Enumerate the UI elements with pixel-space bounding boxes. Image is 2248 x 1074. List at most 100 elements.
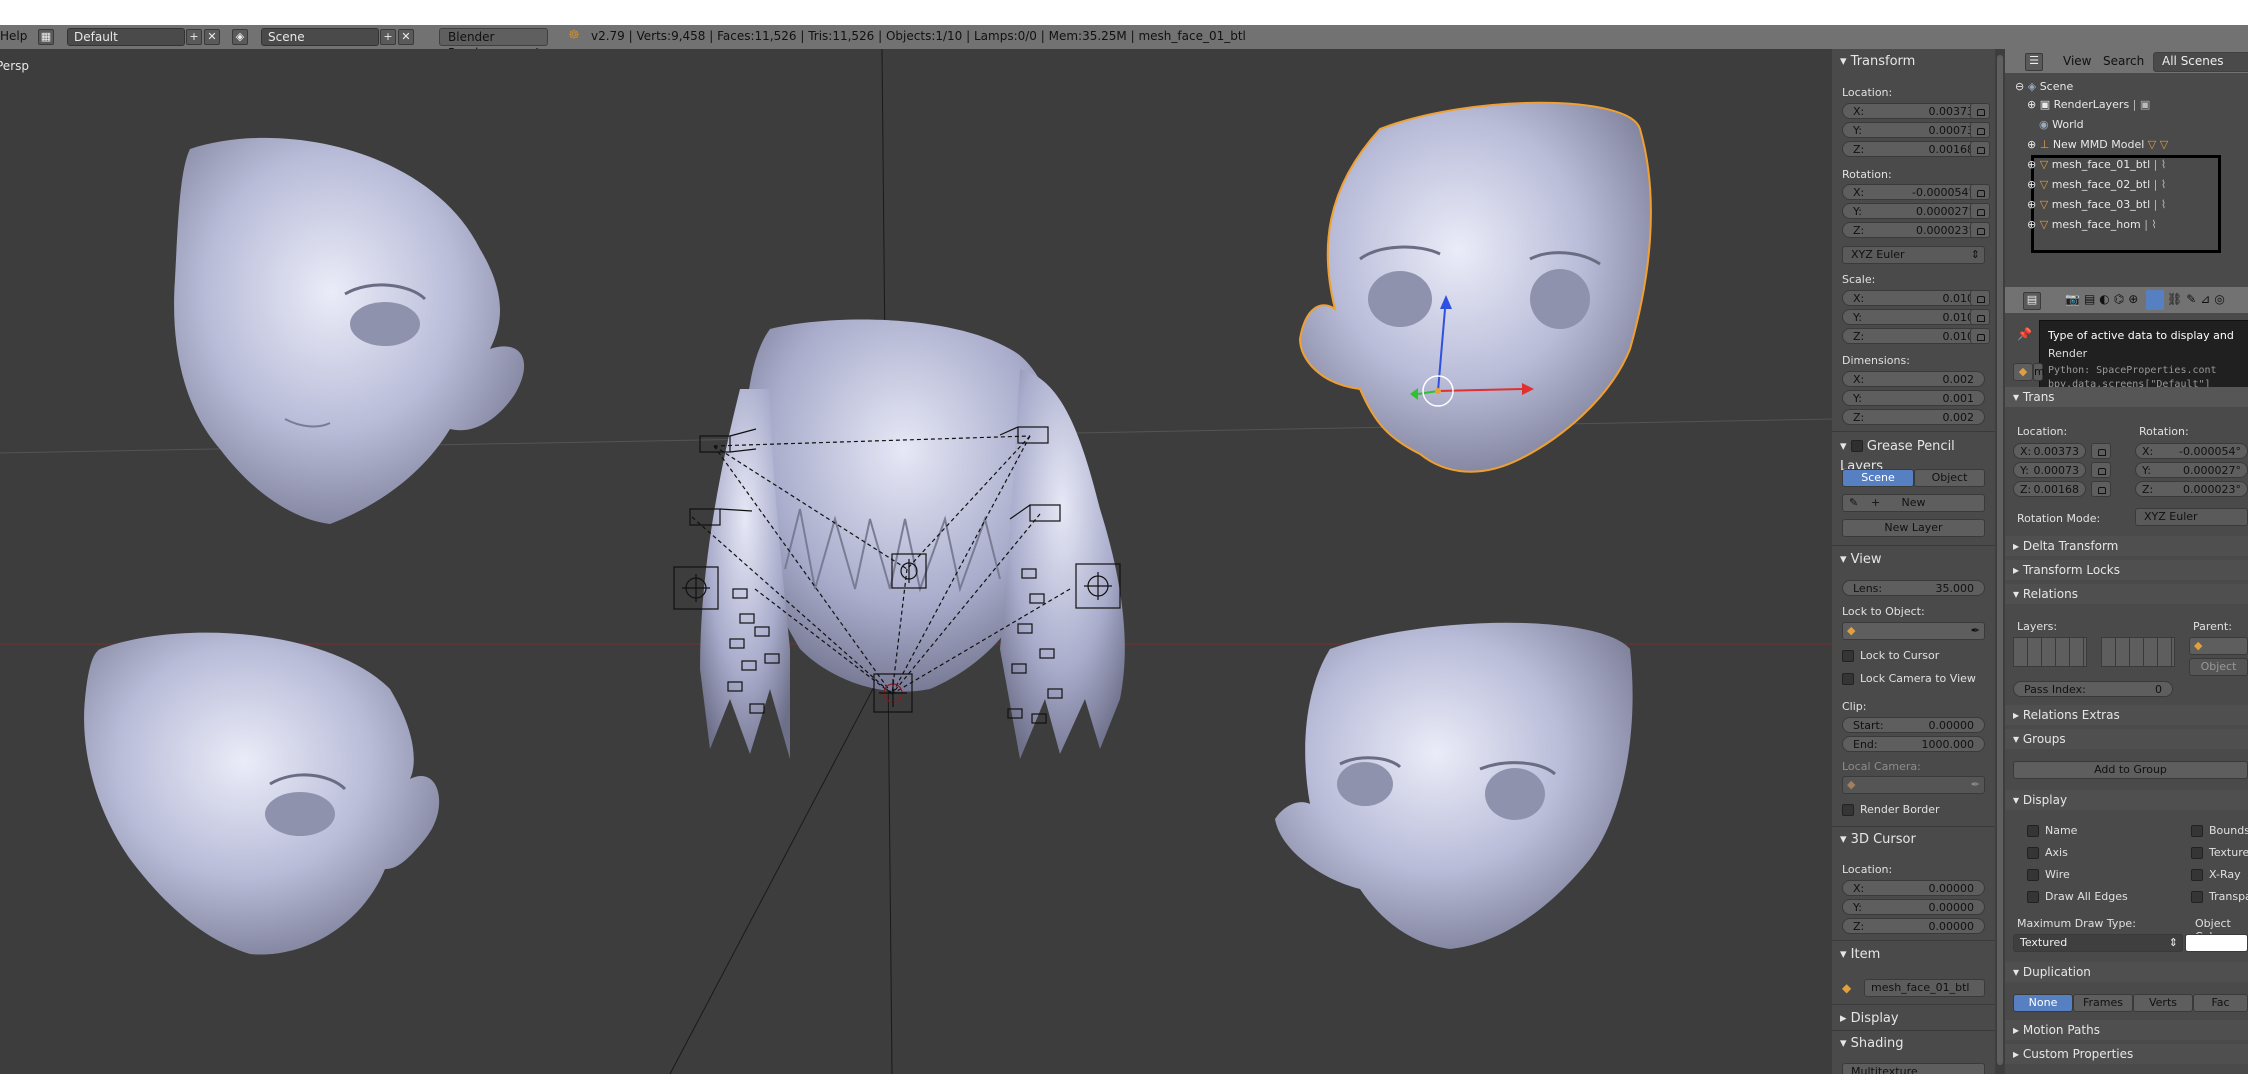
pass-index-field[interactable]: Pass Index: 0: [2013, 681, 2173, 697]
scale-y-field[interactable]: Y: 0.010: [1842, 309, 1985, 325]
duplication-none-button[interactable]: None: [2013, 994, 2073, 1012]
duplication-section[interactable]: ▾ Duplication: [2005, 962, 2248, 982]
3d-cursor-panel-header[interactable]: ▾ 3D Cursor: [1840, 830, 1916, 850]
more-context-tabs-icons[interactable]: ⛓✎⊿◎: [2167, 292, 2229, 306]
rotation-mode-select[interactable]: XYZ Euler ⇕: [1842, 246, 1985, 264]
lock-rotation-z-icon[interactable]: [1970, 222, 1990, 238]
editor-type-icon[interactable]: ☰: [2025, 53, 2043, 71]
local-camera-field[interactable]: ◆ ✒: [1842, 776, 1985, 794]
location-z-field[interactable]: Z: 0.00168: [1842, 141, 1985, 157]
outliner-item-renderlayers[interactable]: ⊕ ▣ RenderLayers | ▣: [2027, 95, 2150, 115]
outliner-view-menu[interactable]: View: [2063, 54, 2091, 68]
new-layer-button[interactable]: New Layer: [1842, 519, 1985, 537]
dimensions-y-field[interactable]: Y: 0.001: [1842, 390, 1985, 406]
props-rotation-x-field[interactable]: X: -0.000054°: [2135, 443, 2248, 459]
custom-properties-section[interactable]: ▸ Custom Properties: [2005, 1044, 2248, 1064]
duplication-frames-button[interactable]: Frames: [2073, 994, 2133, 1012]
object-name-field[interactable]: m: [2033, 363, 2045, 381]
render-engine-select[interactable]: Blender Render⇕: [439, 28, 548, 60]
outliner-item-mesh-face-02[interactable]: ⊕ ▽ mesh_face_02_btl | ⌇: [2027, 175, 2166, 195]
parent-field[interactable]: ◆: [2189, 637, 2248, 655]
outliner-item-world[interactable]: ◉ World: [2039, 115, 2084, 135]
shading-panel-header[interactable]: ▾ Shading: [1840, 1034, 1903, 1054]
props-lock-location-y-icon[interactable]: [2091, 462, 2111, 478]
transform-locks-section[interactable]: ▸ Transform Locks: [2005, 560, 2248, 580]
cursor-z-field[interactable]: Z: 0.00000: [1842, 918, 1985, 934]
item-panel-header[interactable]: ▾ Item: [1840, 945, 1880, 965]
props-location-y-field[interactable]: Y: 0.00073: [2013, 462, 2086, 478]
relations-extras-section[interactable]: ▸ Relations Extras: [2005, 705, 2248, 725]
display-xray-checkbox[interactable]: [2191, 869, 2203, 881]
outliner-item-mesh-face-hom[interactable]: ⊕ ▽ mesh_face_hom | ⌇: [2027, 215, 2157, 235]
face-mesh-bottom-right[interactable]: [1275, 622, 1633, 949]
props-rotation-y-field[interactable]: Y: 0.000027°: [2135, 462, 2248, 478]
viewport-canvas[interactable]: [0, 49, 1832, 1074]
motion-paths-section[interactable]: ▸ Motion Paths: [2005, 1020, 2248, 1040]
help-menu[interactable]: Help: [0, 29, 27, 43]
display-wire-checkbox[interactable]: [2027, 869, 2039, 881]
grease-pencil-tab-scene[interactable]: Scene: [1842, 469, 1914, 487]
lock-camera-to-view-checkbox[interactable]: [1842, 673, 1854, 685]
shading-mode-select[interactable]: Multitexture: [1842, 1063, 1985, 1074]
render-border-checkbox[interactable]: [1842, 804, 1854, 816]
scene-field[interactable]: Scene: [261, 28, 379, 46]
display-texture-checkbox[interactable]: [2191, 847, 2203, 859]
grease-pencil-tab-object[interactable]: Object: [1914, 469, 1985, 487]
outliner-item-scene[interactable]: ⊖ ◈ Scene: [2015, 77, 2073, 97]
dimensions-x-field[interactable]: X: 0.002: [1842, 371, 1985, 387]
add-scene-icon[interactable]: +: [380, 29, 396, 45]
lock-rotation-y-icon[interactable]: [1970, 203, 1990, 219]
grease-pencil-panel-header[interactable]: ▾ Grease Pencil Layers: [1840, 437, 1995, 474]
face-mesh-top-left[interactable]: [174, 137, 525, 524]
delta-transform-section[interactable]: ▸ Delta Transform: [2005, 536, 2248, 556]
lock-location-z-icon[interactable]: [1970, 141, 1990, 157]
cursor-x-field[interactable]: X: 0.00000: [1842, 880, 1985, 896]
cursor-y-field[interactable]: Y: 0.00000: [1842, 899, 1985, 915]
clip-start-field[interactable]: Start: 0.00000: [1842, 717, 1985, 733]
lock-scale-y-icon[interactable]: [1970, 309, 1990, 325]
add-layout-icon[interactable]: +: [186, 29, 202, 45]
props-rotation-z-field[interactable]: Z: 0.000023°: [2135, 481, 2248, 497]
props-lock-location-z-icon[interactable]: [2091, 481, 2111, 497]
display-axis-checkbox[interactable]: [2027, 847, 2039, 859]
layers-grid-right[interactable]: [2101, 637, 2175, 667]
outliner-item-mesh-face-01[interactable]: ⊕ ▽ mesh_face_01_btl | ⌇: [2027, 155, 2166, 175]
face-mesh-bottom-left[interactable]: [84, 632, 440, 955]
grease-pencil-checkbox[interactable]: [1850, 440, 1863, 452]
lens-field[interactable]: Lens: 35.000: [1842, 580, 1985, 596]
scrollbar-thumb[interactable]: [1997, 55, 2003, 1065]
object-type-icon[interactable]: ◆: [2013, 363, 2033, 381]
context-tabs-icons[interactable]: 📷▤◐⌬⊕: [2065, 292, 2142, 306]
lock-scale-x-icon[interactable]: [1970, 290, 1990, 306]
editor-type-icon[interactable]: ▤: [2023, 292, 2041, 310]
n-panel-scrollbar[interactable]: [1995, 49, 2005, 1074]
screen-layout-field[interactable]: Default: [67, 28, 185, 46]
transform-section-header[interactable]: ▾ Trans: [2005, 387, 2248, 407]
outliner-search-menu[interactable]: Search: [2103, 54, 2144, 68]
scene-icon[interactable]: ◈: [232, 29, 248, 45]
display-draw-all-edges-checkbox[interactable]: [2027, 891, 2039, 903]
lock-to-cursor-checkbox[interactable]: [1842, 650, 1854, 662]
face-mesh-selected[interactable]: [1298, 101, 1652, 473]
scale-x-field[interactable]: X: 0.010: [1842, 290, 1985, 306]
transform-panel-header[interactable]: ▾ Transform: [1840, 52, 1915, 72]
lock-to-object-field[interactable]: ◆ ✒: [1842, 622, 1985, 640]
item-name-field[interactable]: mesh_face_01_btl: [1864, 979, 1985, 997]
object-tab-icon[interactable]: [2146, 290, 2164, 310]
restrict-icon[interactable]: | ▣: [2129, 98, 2151, 111]
add-to-group-button[interactable]: Add to Group: [2013, 761, 2248, 779]
3d-viewport[interactable]: Persp: [0, 49, 1832, 1074]
duplication-verts-button[interactable]: Verts: [2133, 994, 2193, 1012]
object-color-swatch[interactable]: [2185, 934, 2248, 952]
props-location-z-field[interactable]: Z: 0.00168: [2013, 481, 2086, 497]
layers-grid-left[interactable]: [2013, 637, 2087, 667]
dimensions-z-field[interactable]: Z: 0.002: [1842, 409, 1985, 425]
grease-pencil-new-button[interactable]: ✎ + New: [1842, 494, 1985, 512]
outliner-item-mesh-face-03[interactable]: ⊕ ▽ mesh_face_03_btl | ⌇: [2027, 195, 2166, 215]
rotation-x-field[interactable]: X: -0.000054°: [1842, 184, 1985, 200]
pin-icon[interactable]: 📌: [2017, 327, 2032, 341]
screen-layout-icon[interactable]: ▦: [38, 29, 54, 45]
relations-section[interactable]: ▾ Relations: [2005, 584, 2248, 604]
rotation-y-field[interactable]: Y: 0.000027°: [1842, 203, 1985, 219]
clip-end-field[interactable]: End: 1000.000: [1842, 736, 1985, 752]
